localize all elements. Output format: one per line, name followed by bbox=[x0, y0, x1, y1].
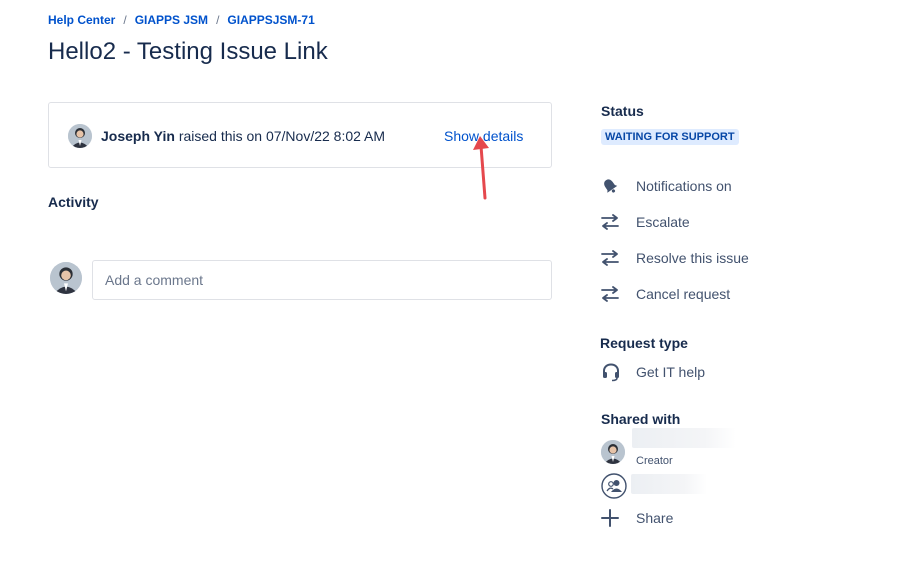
activity-heading: Activity bbox=[48, 194, 99, 210]
organization-icon bbox=[601, 473, 627, 499]
raised-info: Joseph Yin raised this on 07/Nov/22 8:02… bbox=[101, 128, 385, 144]
transition-icon bbox=[601, 248, 627, 268]
share-button[interactable]: Share bbox=[601, 508, 673, 528]
escalate-button[interactable]: Escalate bbox=[601, 212, 690, 232]
creator-name-redacted bbox=[632, 428, 736, 448]
headset-icon bbox=[601, 362, 627, 382]
annotation-arrow-icon bbox=[473, 136, 489, 200]
comment-input[interactable] bbox=[92, 260, 552, 300]
breadcrumb-issue-key[interactable]: GIAPPSJSM-71 bbox=[227, 13, 314, 27]
share-label: Share bbox=[636, 510, 674, 526]
reporter-name: Joseph Yin bbox=[101, 128, 175, 144]
breadcrumb-help-center[interactable]: Help Center bbox=[48, 13, 115, 27]
notifications-label: Notifications on bbox=[636, 178, 732, 194]
status-heading: Status bbox=[601, 103, 644, 119]
cancel-request-button[interactable]: Cancel request bbox=[601, 284, 730, 304]
bell-icon bbox=[601, 176, 627, 196]
request-type-value: Get IT help bbox=[601, 362, 705, 382]
breadcrumb-project[interactable]: GIAPPS JSM bbox=[135, 13, 208, 27]
notifications-toggle[interactable]: Notifications on bbox=[601, 176, 732, 196]
current-user-avatar bbox=[50, 262, 82, 294]
resolve-issue-button[interactable]: Resolve this issue bbox=[601, 248, 749, 268]
cancel-request-label: Cancel request bbox=[636, 286, 731, 302]
transition-icon bbox=[601, 212, 627, 232]
request-type-label: Get IT help bbox=[636, 364, 706, 380]
creator-avatar bbox=[601, 440, 625, 464]
breadcrumb-separator: / bbox=[216, 13, 220, 27]
shared-with-heading: Shared with bbox=[601, 411, 681, 427]
raised-date-text: raised this on 07/Nov/22 8:02 AM bbox=[178, 128, 386, 144]
status-badge: WAITING FOR SUPPORT bbox=[601, 129, 739, 145]
resolve-issue-label: Resolve this issue bbox=[636, 250, 749, 266]
request-type-heading: Request type bbox=[600, 335, 688, 351]
organization-name-redacted bbox=[631, 474, 707, 494]
page-title: Hello2 - Testing Issue Link bbox=[48, 38, 328, 65]
creator-label: Creator bbox=[636, 455, 673, 467]
breadcrumb: Help Center / GIAPPS JSM / GIAPPSJSM-71 bbox=[48, 13, 315, 27]
plus-icon bbox=[601, 508, 627, 528]
reporter-avatar bbox=[68, 124, 92, 148]
transition-icon bbox=[601, 284, 627, 304]
breadcrumb-separator: / bbox=[123, 13, 127, 27]
escalate-label: Escalate bbox=[636, 214, 690, 230]
